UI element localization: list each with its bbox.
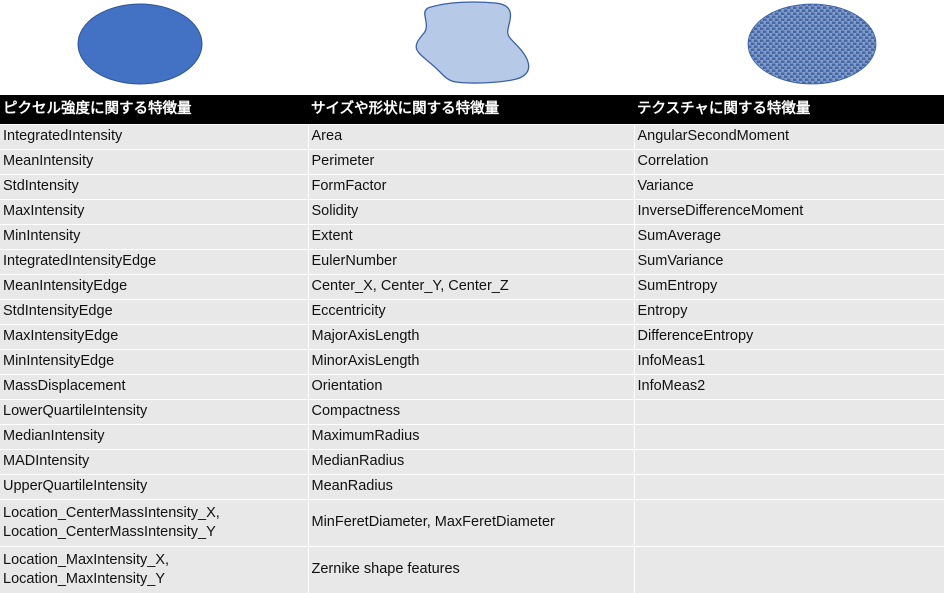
column-header-texture: テクスチャに関する特徴量 (634, 95, 944, 125)
cell-intensity: UpperQuartileIntensity (0, 475, 308, 500)
table-row: StdIntensityEdge Eccentricity Entropy (0, 300, 944, 325)
cell-shape: MaximumRadius (308, 425, 634, 450)
cell-shape: Eccentricity (308, 300, 634, 325)
cell-shape: Zernike shape features (308, 547, 634, 593)
table-row: MeanIntensityEdge Center_X, Center_Y, Ce… (0, 275, 944, 300)
cell-shape: Extent (308, 225, 634, 250)
cell-texture: SumAverage (634, 225, 944, 250)
cell-shape: EulerNumber (308, 250, 634, 275)
cell-shape: Compactness (308, 400, 634, 425)
cell-shape: MajorAxisLength (308, 325, 634, 350)
cell-texture (634, 547, 944, 593)
cell-texture (634, 475, 944, 500)
cell-shape: MinFeretDiameter, MaxFeretDiameter (308, 500, 634, 547)
cell-intensity: IntegratedIntensity (0, 125, 308, 150)
textured-blue-ellipse-icon (730, 0, 910, 95)
table-row: MinIntensityEdge MinorAxisLength InfoMea… (0, 350, 944, 375)
table-row: MaxIntensityEdge MajorAxisLength Differe… (0, 325, 944, 350)
feature-table: ピクセル強度に関する特徴量 サイズや形状に関する特徴量 テクスチャに関する特徴量… (0, 95, 944, 593)
cell-texture: Correlation (634, 150, 944, 175)
table-row: StdIntensity FormFactor Variance (0, 175, 944, 200)
cell-texture: InverseDifferenceMoment (634, 200, 944, 225)
cell-shape: FormFactor (308, 175, 634, 200)
column-header-shape: サイズや形状に関する特徴量 (308, 95, 634, 125)
cell-intensity: Location_CenterMassIntensity_X, Location… (0, 500, 308, 547)
cell-shape: Area (308, 125, 634, 150)
table-row: Location_CenterMassIntensity_X, Location… (0, 500, 944, 547)
column-header-texture-label: テクスチャに関する特徴量 (637, 102, 944, 118)
table-row: IntegratedIntensityEdge EulerNumber SumV… (0, 250, 944, 275)
cell-intensity: MedianIntensity (0, 425, 308, 450)
table-body: IntegratedIntensity Area AngularSecondMo… (0, 125, 944, 593)
cell-intensity: Location_MaxIntensity_X, Location_MaxInt… (0, 547, 308, 593)
table-row: MeanIntensity Perimeter Correlation (0, 150, 944, 175)
column-header-shape-label: サイズや形状に関する特徴量 (311, 102, 634, 118)
table-row: LowerQuartileIntensity Compactness (0, 400, 944, 425)
cell-intensity: MeanIntensityEdge (0, 275, 308, 300)
table-row: MaxIntensity Solidity InverseDifferenceM… (0, 200, 944, 225)
cell-shape: Center_X, Center_Y, Center_Z (308, 275, 634, 300)
column-header-intensity: ピクセル強度に関する特徴量 (0, 95, 308, 125)
cell-intensity: IntegratedIntensityEdge (0, 250, 308, 275)
cell-shape: Solidity (308, 200, 634, 225)
cell-texture (634, 425, 944, 450)
cell-intensity: MeanIntensity (0, 150, 308, 175)
table-row: IntegratedIntensity Area AngularSecondMo… (0, 125, 944, 150)
solid-blue-ellipse-icon (60, 0, 240, 95)
cell-texture: Variance (634, 175, 944, 200)
cell-intensity: StdIntensityEdge (0, 300, 308, 325)
cell-texture: Entropy (634, 300, 944, 325)
illustration-textured-ellipse (730, 0, 910, 95)
table-row: Location_MaxIntensity_X, Location_MaxInt… (0, 547, 944, 593)
cell-intensity: MinIntensityEdge (0, 350, 308, 375)
cell-texture: InfoMeas1 (634, 350, 944, 375)
table-row: MinIntensity Extent SumAverage (0, 225, 944, 250)
cell-shape: Perimeter (308, 150, 634, 175)
irregular-blob-icon (400, 0, 575, 95)
slide-root: ピクセル強度に関する特徴量 サイズや形状に関する特徴量 テクスチャに関する特徴量… (0, 0, 952, 568)
table-row: MedianIntensity MaximumRadius (0, 425, 944, 450)
illustration-solid-blue-ellipse (60, 0, 240, 95)
cell-shape: Orientation (308, 375, 634, 400)
cell-intensity: MADIntensity (0, 450, 308, 475)
cell-intensity: StdIntensity (0, 175, 308, 200)
cell-texture (634, 500, 944, 547)
table-row: UpperQuartileIntensity MeanRadius (0, 475, 944, 500)
cell-shape: MeanRadius (308, 475, 634, 500)
cell-texture: AngularSecondMoment (634, 125, 944, 150)
column-header-intensity-label: ピクセル強度に関する特徴量 (3, 102, 308, 118)
cell-texture: DifferenceEntropy (634, 325, 944, 350)
illustration-irregular-blob (400, 0, 575, 95)
cell-intensity: LowerQuartileIntensity (0, 400, 308, 425)
cell-intensity: MaxIntensity (0, 200, 308, 225)
illustration-band (0, 0, 952, 95)
cell-intensity: MaxIntensityEdge (0, 325, 308, 350)
table-row: MassDisplacement Orientation InfoMeas2 (0, 375, 944, 400)
cell-texture: InfoMeas2 (634, 375, 944, 400)
cell-intensity: MinIntensity (0, 225, 308, 250)
cell-texture: SumEntropy (634, 275, 944, 300)
cell-texture (634, 450, 944, 475)
cell-shape: MedianRadius (308, 450, 634, 475)
table-row: MADIntensity MedianRadius (0, 450, 944, 475)
cell-texture: SumVariance (634, 250, 944, 275)
cell-intensity: MassDisplacement (0, 375, 308, 400)
cell-texture (634, 400, 944, 425)
table-header-row: ピクセル強度に関する特徴量 サイズや形状に関する特徴量 テクスチャに関する特徴量 (0, 95, 944, 125)
cell-shape: MinorAxisLength (308, 350, 634, 375)
